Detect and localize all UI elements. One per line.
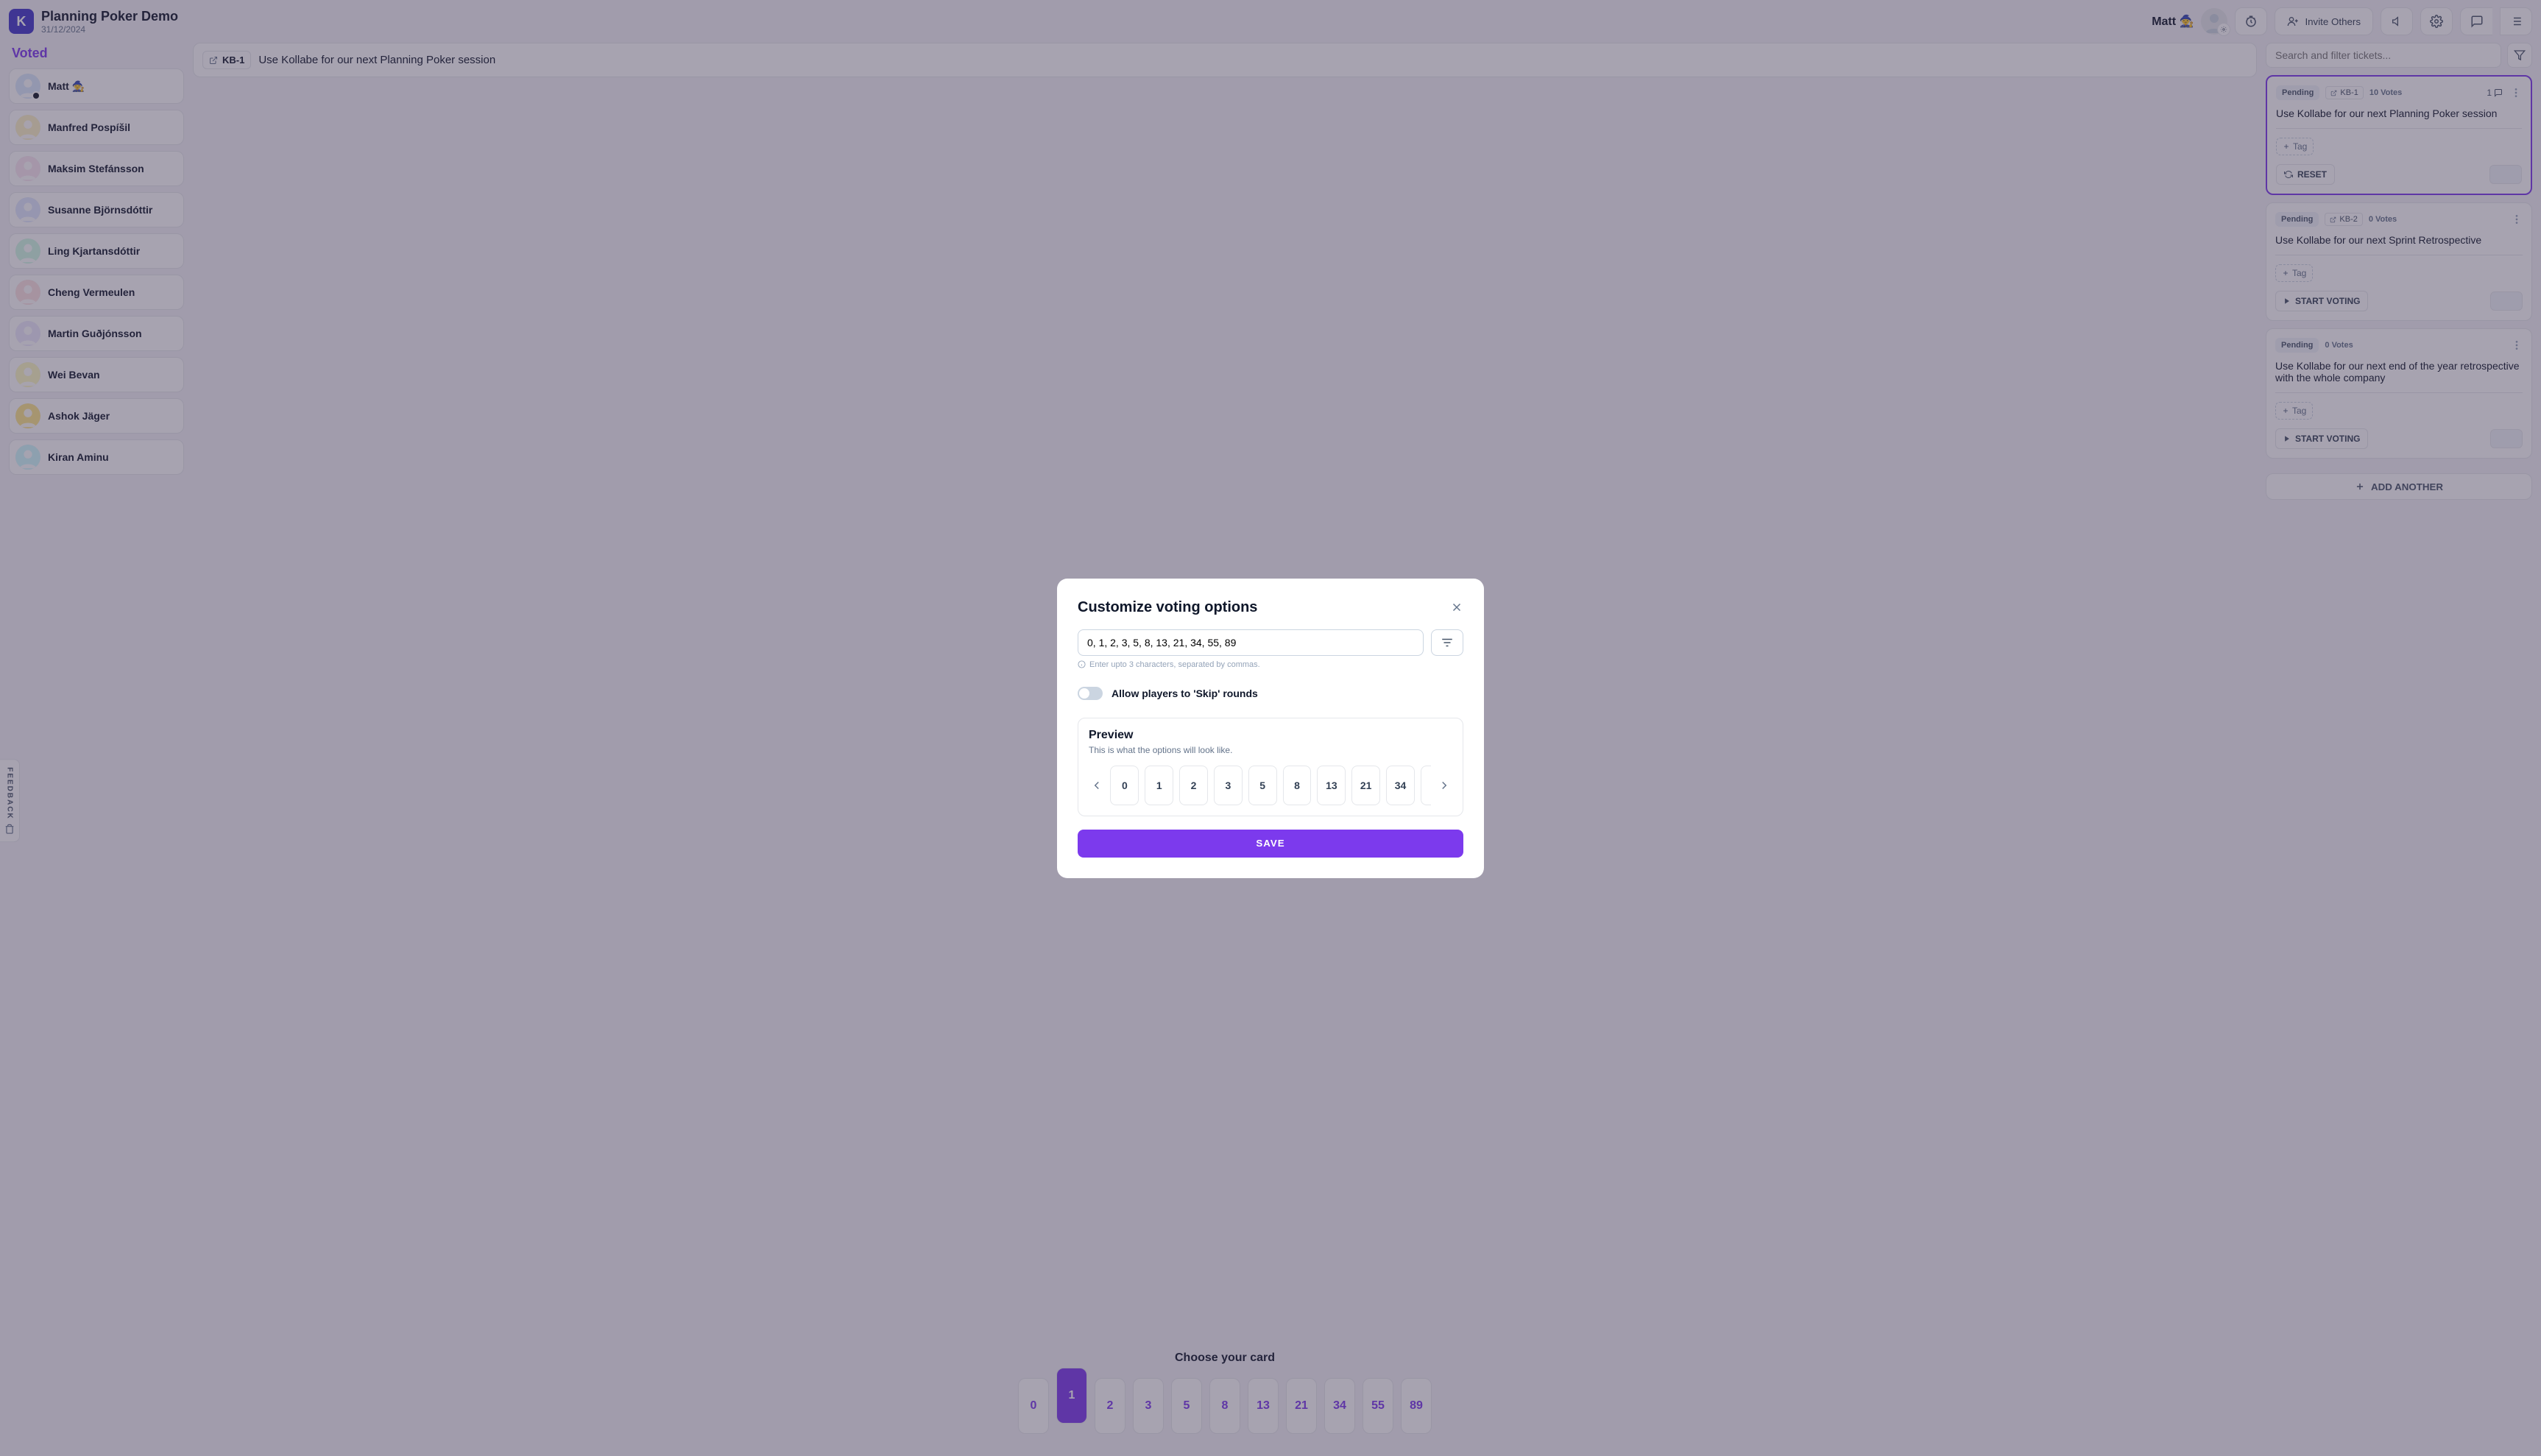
preview-card: 34 (1386, 766, 1415, 805)
preview-card: 3 (1214, 766, 1243, 805)
preview-card: 0 (1110, 766, 1139, 805)
preview-next-button[interactable] (1437, 766, 1452, 805)
preview-card: 5 (1248, 766, 1277, 805)
preview-card: 1 (1145, 766, 1173, 805)
preview-card: 13 (1317, 766, 1346, 805)
voting-options-input[interactable] (1078, 629, 1424, 656)
input-hint: Enter upto 3 characters, separated by co… (1078, 660, 1463, 669)
info-icon (1078, 660, 1086, 668)
sort-button[interactable] (1431, 629, 1463, 656)
modal-overlay[interactable]: Customize voting options Enter upto 3 ch… (0, 0, 2541, 1456)
save-button[interactable]: SAVE (1078, 830, 1463, 858)
close-icon (1450, 601, 1463, 614)
preview-title: Preview (1089, 729, 1452, 742)
sort-icon (1441, 636, 1454, 649)
preview-card: 8 (1283, 766, 1312, 805)
preview-subtitle: This is what the options will look like. (1089, 745, 1452, 755)
preview-card: 2 (1179, 766, 1208, 805)
close-button[interactable] (1450, 601, 1463, 614)
skip-rounds-label: Allow players to 'Skip' rounds (1112, 688, 1258, 699)
skip-rounds-toggle[interactable] (1078, 687, 1103, 700)
customize-voting-modal: Customize voting options Enter upto 3 ch… (1057, 579, 1484, 878)
preview-prev-button[interactable] (1089, 766, 1104, 805)
preview-card: 21 (1351, 766, 1380, 805)
preview-box: Preview This is what the options will lo… (1078, 718, 1463, 816)
chevron-right-icon (1438, 779, 1451, 792)
modal-title: Customize voting options (1078, 599, 1450, 616)
preview-card-partial (1421, 766, 1431, 805)
chevron-left-icon (1090, 779, 1103, 792)
